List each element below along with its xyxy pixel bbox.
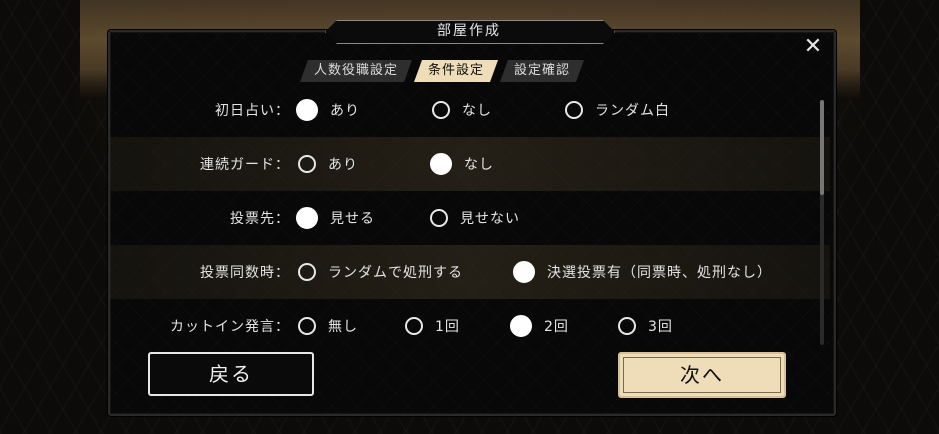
radio-unselected-icon — [618, 317, 636, 335]
option-three-times[interactable]: 3回 — [618, 316, 673, 336]
tab-role-count-settings[interactable]: 人数役職設定 — [300, 60, 412, 82]
radio-unselected-icon — [298, 155, 316, 173]
option-label: あり — [328, 157, 358, 173]
option-hide[interactable]: 見せない — [430, 208, 520, 228]
option-label: あり — [330, 103, 360, 119]
option-random-white[interactable]: ランダム白 — [565, 100, 670, 120]
radio-unselected-icon — [565, 101, 583, 119]
tab-bar: 人数役職設定 条件設定 設定確認 — [300, 60, 586, 82]
option-label: 2回 — [544, 319, 569, 335]
radio-unselected-icon — [298, 317, 316, 335]
setting-row-vote-target: 投票先： 見せる 見せない — [110, 191, 830, 245]
option-label: ランダム白 — [595, 103, 670, 119]
option-label: 見せる — [330, 211, 375, 227]
option-label: なし — [462, 103, 492, 119]
setting-label: カットイン発言： — [170, 319, 290, 335]
setting-row-first-day-divination: 初日占い： あり なし ランダム白 — [110, 83, 830, 137]
back-button[interactable]: 戻る — [148, 352, 314, 396]
radio-selected-icon — [513, 261, 535, 283]
option-twice[interactable]: 2回 — [510, 315, 569, 337]
tab-condition-settings[interactable]: 条件設定 — [414, 60, 498, 82]
option-random-execute[interactable]: ランダムで処刑する — [298, 262, 463, 282]
option-nashi[interactable]: なし — [432, 100, 492, 120]
dialog-title: 部屋作成 — [326, 21, 612, 41]
tab-confirm-settings[interactable]: 設定確認 — [500, 60, 584, 82]
option-label: 決選投票有（同票時、処刑なし） — [547, 265, 772, 281]
option-label: 見せない — [460, 211, 520, 227]
option-label: 3回 — [648, 319, 673, 335]
setting-label: 初日占い： — [215, 103, 290, 119]
close-icon: ✕ — [803, 34, 823, 59]
setting-label: 投票先： — [230, 211, 290, 227]
next-button[interactable]: 次へ — [618, 352, 786, 398]
radio-selected-icon — [296, 99, 318, 121]
option-label: ランダムで処刑する — [328, 265, 463, 281]
radio-unselected-icon — [432, 101, 450, 119]
radio-selected-icon — [510, 315, 532, 337]
setting-row-consecutive-guard: 連続ガード： あり なし — [110, 137, 830, 191]
scrollbar[interactable] — [820, 100, 824, 345]
option-nashi[interactable]: なし — [430, 153, 494, 175]
option-label: 無し — [328, 319, 358, 335]
radio-unselected-icon — [430, 209, 448, 227]
scrollbar-thumb[interactable] — [820, 100, 824, 195]
option-ari[interactable]: あり — [298, 154, 358, 174]
radio-unselected-icon — [298, 263, 316, 281]
option-label: 1回 — [435, 319, 460, 335]
radio-selected-icon — [430, 153, 452, 175]
setting-row-cut-in-speech: カットイン発言： 無し 1回 2回 3回 — [110, 299, 830, 353]
setting-row-tie-vote: 投票同数時： ランダムで処刑する 決選投票有（同票時、処刑なし） — [110, 245, 830, 299]
setting-label: 投票同数時： — [200, 265, 290, 281]
option-once[interactable]: 1回 — [405, 316, 460, 336]
settings-list: 初日占い： あり なし ランダム白 連続ガード： あり なし 投票先： 見せる — [110, 83, 830, 353]
option-runoff-vote[interactable]: 決選投票有（同票時、処刑なし） — [513, 261, 772, 283]
option-ari[interactable]: あり — [296, 99, 360, 121]
option-show[interactable]: 見せる — [296, 207, 375, 229]
close-button[interactable]: ✕ — [800, 34, 826, 60]
radio-selected-icon — [296, 207, 318, 229]
radio-unselected-icon — [405, 317, 423, 335]
option-none[interactable]: 無し — [298, 316, 358, 336]
option-label: なし — [464, 157, 494, 173]
setting-label: 連続ガード： — [200, 157, 290, 173]
